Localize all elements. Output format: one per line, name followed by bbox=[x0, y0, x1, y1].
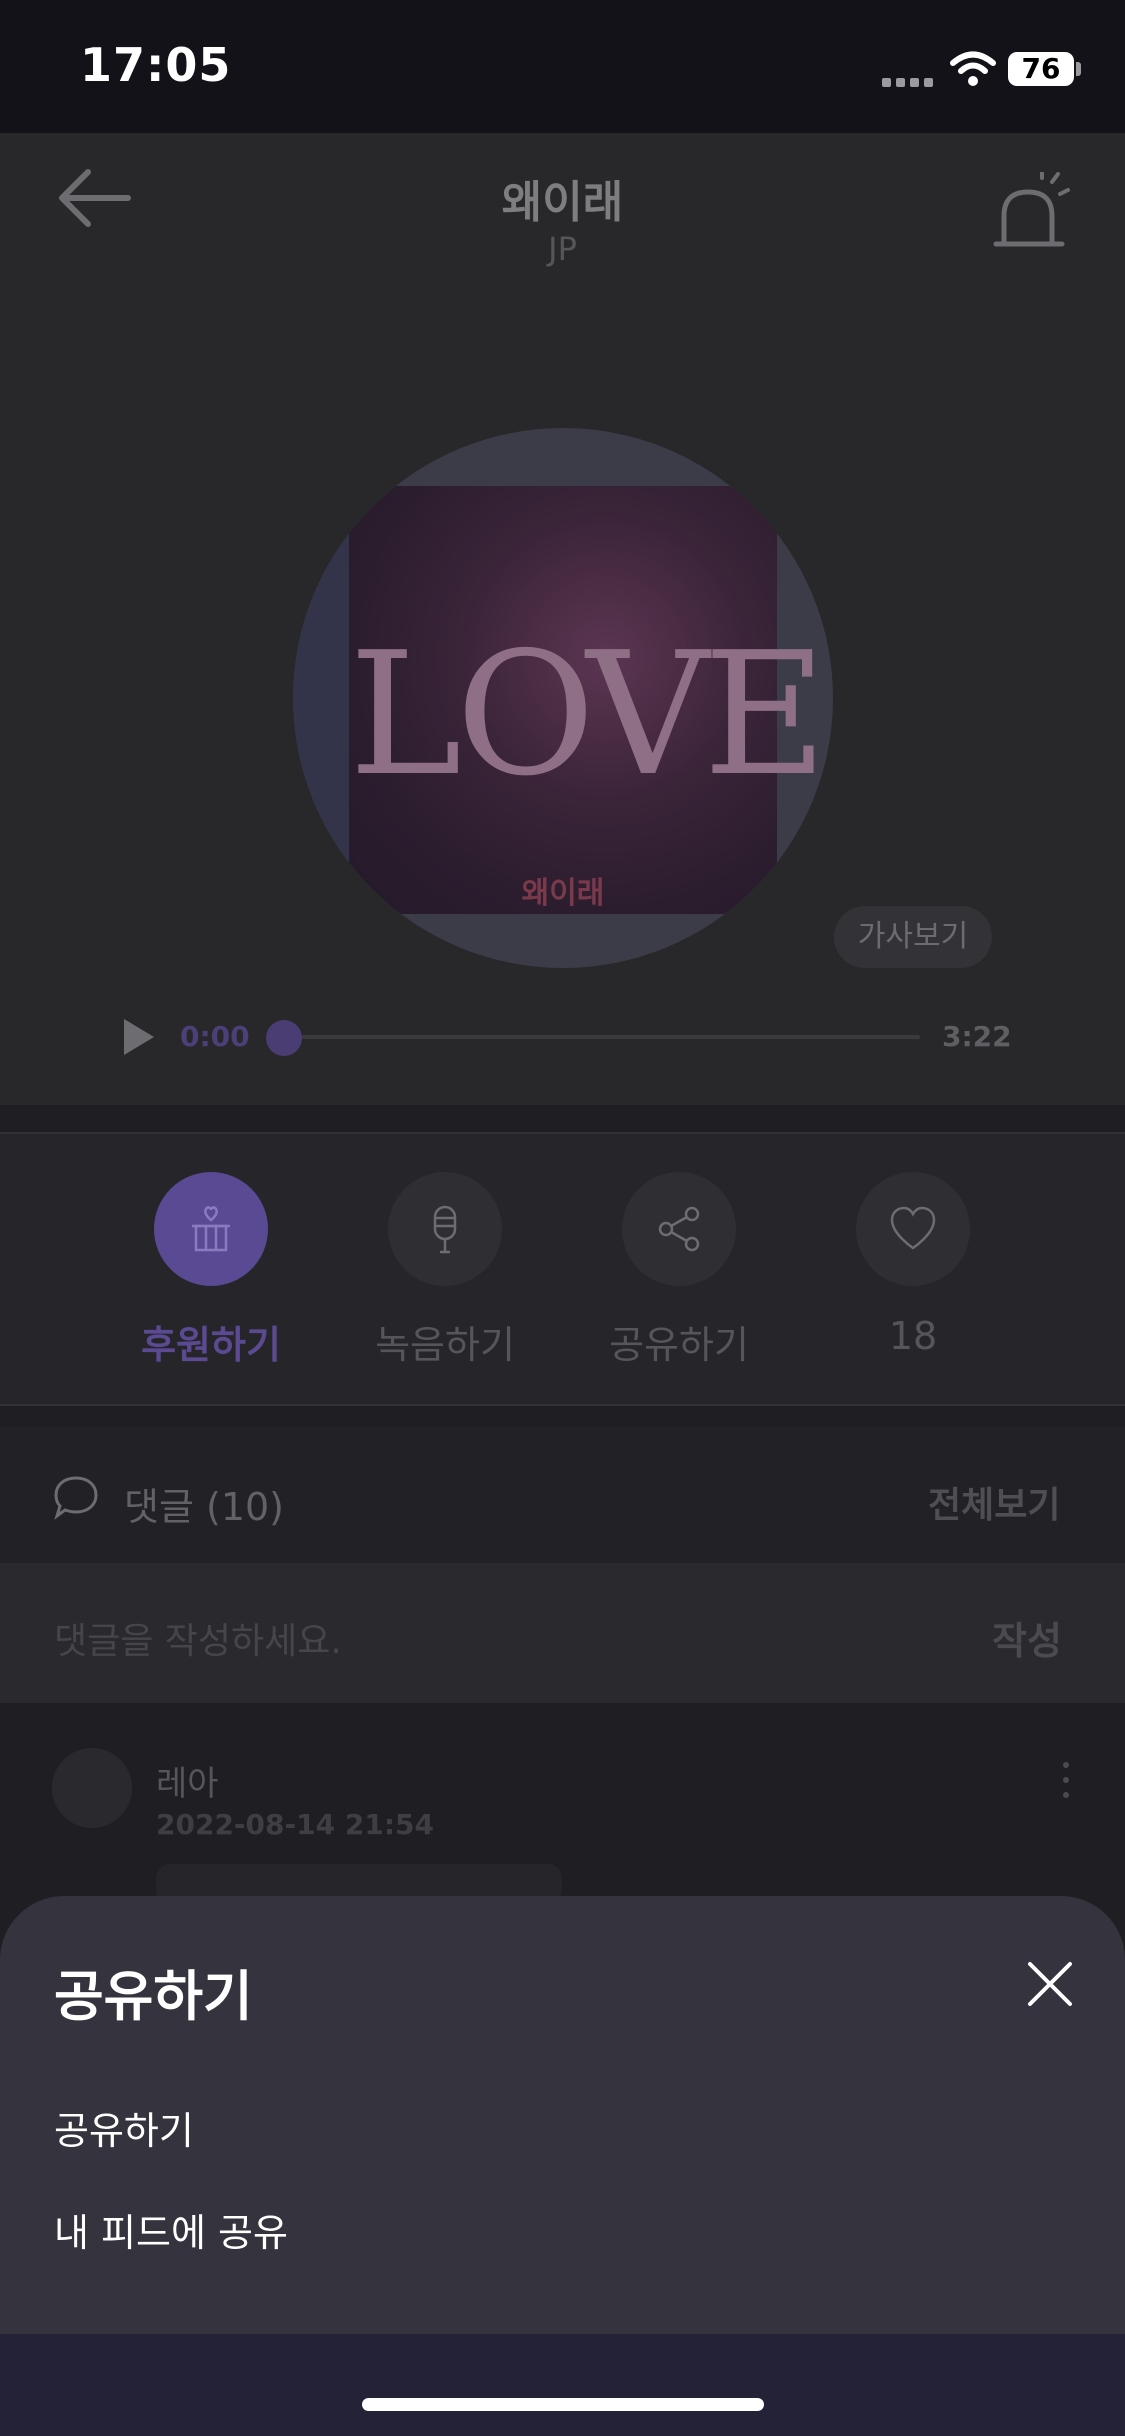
cover-art-text: LOVE bbox=[349, 616, 827, 814]
like-count: 18 bbox=[888, 1314, 938, 1358]
report-siren-icon[interactable] bbox=[990, 172, 1070, 252]
share-button[interactable]: 공유하기 bbox=[564, 1172, 794, 1392]
album-cover: LOVE 왜이래 bbox=[349, 486, 827, 914]
like-button[interactable]: 18 bbox=[798, 1172, 1028, 1392]
home-indicator[interactable] bbox=[362, 2398, 764, 2411]
record-label: 녹음하기 bbox=[375, 1323, 515, 1367]
share-option-share[interactable]: 공유하기 bbox=[54, 2100, 194, 2155]
share-label: 공유하기 bbox=[609, 1323, 749, 1367]
comment-username: 레아 bbox=[156, 1764, 219, 1804]
donate-button[interactable]: 후원하기 bbox=[96, 1172, 326, 1392]
more-vertical-icon[interactable] bbox=[1060, 1760, 1072, 1800]
progress-knob[interactable] bbox=[266, 1020, 302, 1056]
record-button[interactable]: 녹음하기 bbox=[330, 1172, 560, 1392]
comments-title: 댓글 (10) bbox=[124, 1485, 285, 1529]
play-icon[interactable] bbox=[120, 1016, 158, 1058]
share-option-my-feed[interactable]: 내 피드에 공유 bbox=[54, 2202, 288, 2257]
comment-input-placeholder[interactable]: 댓글을 작성하세요. bbox=[54, 1612, 342, 1664]
song-title: 왜이래 bbox=[501, 177, 624, 228]
album-disc: LOVE 왜이래 bbox=[293, 428, 833, 968]
status-time: 17:05 bbox=[80, 38, 232, 92]
battery-level: 76 bbox=[1008, 52, 1074, 86]
close-icon[interactable] bbox=[1024, 1958, 1076, 2010]
heart-icon bbox=[890, 1206, 936, 1250]
sheet-title: 공유하기 bbox=[54, 1965, 253, 2028]
cover-art-label: 왜이래 bbox=[521, 876, 605, 911]
home-indicator-area bbox=[0, 2334, 1125, 2436]
comment-bubble-icon bbox=[54, 1476, 98, 1520]
gift-heart-icon bbox=[192, 1206, 230, 1252]
wifi-icon bbox=[950, 51, 996, 86]
battery-icon bbox=[1076, 62, 1081, 76]
view-all-comments-link[interactable]: 전체보기 bbox=[928, 1476, 1060, 1528]
avatar bbox=[52, 1748, 132, 1828]
comment-date: 2022-08-14 21:54 bbox=[156, 1808, 434, 1841]
current-time: 0:00 bbox=[180, 1020, 250, 1053]
cellular-signal-icon bbox=[882, 78, 934, 88]
comment-submit-button[interactable]: 작성 bbox=[992, 1610, 1062, 1665]
progress-track[interactable] bbox=[272, 1035, 920, 1039]
lyrics-button[interactable]: 가사보기 bbox=[834, 906, 992, 968]
artist-name: JP bbox=[548, 230, 577, 268]
duration-time: 3:22 bbox=[942, 1020, 1012, 1053]
donate-label: 후원하기 bbox=[141, 1323, 281, 1367]
share-icon bbox=[658, 1206, 700, 1252]
microphone-icon bbox=[433, 1205, 457, 1254]
